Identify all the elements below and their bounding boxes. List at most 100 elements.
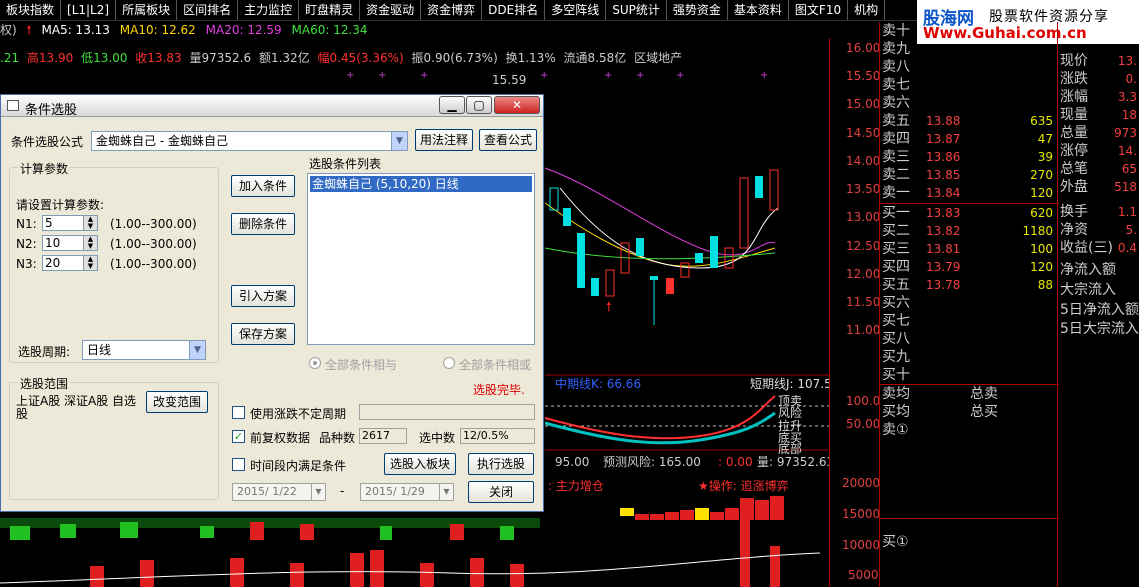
ob-sell-6: 卖六 <box>882 95 910 111</box>
add-to-block-button[interactable]: 选股入板块 <box>384 453 456 475</box>
delete-condition-button[interactable]: 删除条件 <box>231 213 295 235</box>
param-n3-label: N3: <box>16 257 37 271</box>
menu-item-dde-ranking[interactable]: DDE排名 <box>482 0 546 20</box>
ob-sell-5: 卖五 13.88 635 <box>882 113 1053 129</box>
ob-buy-5: 买五 13.78 88 <box>882 277 1053 293</box>
count-label: 品种数 <box>319 431 356 445</box>
ob-sell-10: 卖十 <box>882 23 910 39</box>
info-change: 涨跌 0. <box>1060 71 1137 87</box>
menu-item-fund-game[interactable]: 资金博弈 <box>421 0 483 20</box>
view-formula-button[interactable]: 查看公式 <box>479 129 537 151</box>
axis-label: 13.00 <box>846 210 881 224</box>
menu-item-range-ranking[interactable]: 区间排名 <box>177 0 239 20</box>
quote-info-panel: 现价 13. 涨跌 0. 涨幅 3.3 现量 18 总量 973 涨停 14. 总笔 65 外… <box>1058 44 1139 587</box>
axis-label: 14.50 <box>846 126 881 140</box>
menu-item-block-index[interactable]: 板块指数 <box>0 0 62 20</box>
scope-text: 上证A股 深证A股 自选股 <box>16 394 137 421</box>
operation-label: ★操作: 追涨博弈 <box>698 478 789 493</box>
radio-and[interactable] <box>309 357 321 369</box>
info-5d-block-inflow: 5日大宗流入 <box>1060 321 1139 337</box>
period-select[interactable]: 日线 ▼ <box>82 340 206 360</box>
maximize-button[interactable]: ▢ <box>466 96 492 114</box>
menu-item-watch-sprite[interactable]: 盯盘精灵 <box>299 0 361 20</box>
info-turnover: 换手 1.1 <box>1060 204 1137 220</box>
condition-list[interactable]: 金蜘蛛自己 (5,10,20) 日线 <box>307 173 535 345</box>
menu-item-f10[interactable]: 图文F10 <box>789 0 849 20</box>
restore-right-checkbox[interactable]: ✓ <box>232 430 245 443</box>
period-condition-checkbox[interactable] <box>232 458 245 471</box>
param-n3-range: (1.00--300.00) <box>110 257 197 271</box>
formula-select[interactable]: 金蜘蛛自己 - 金蜘蛛自己 ▼ <box>91 131 408 151</box>
menu-item-belonging-block[interactable]: 所属板块 <box>116 0 178 20</box>
spinner-icon[interactable]: ▲ ▼ <box>83 236 97 250</box>
ob-sell-1: 卖一 13.84 120 <box>882 185 1053 201</box>
menu-item-level[interactable]: [L1|L2] <box>61 0 117 20</box>
import-scheme-button[interactable]: 引入方案 <box>231 285 295 307</box>
list-item[interactable]: 金蜘蛛自己 (5,10,20) 日线 <box>310 176 532 192</box>
save-scheme-button[interactable]: 保存方案 <box>231 323 295 345</box>
axis-label: 11.50 <box>846 295 881 309</box>
ob-sell-average: 卖均 总卖 <box>882 386 998 402</box>
param-n1-label: N1: <box>16 217 37 231</box>
ma5-line <box>559 187 779 269</box>
info-net-inflow: 净流入额 <box>1060 262 1116 278</box>
risk-zero: : 0.00 <box>718 455 753 469</box>
menu-item-strong-fund[interactable]: 强势资金 <box>667 0 728 20</box>
svg-text:风险: 风险 <box>778 405 802 420</box>
svg-text:+: + <box>636 70 644 81</box>
end-date-picker[interactable]: 2015/ 1/29 ▼ <box>360 483 454 501</box>
axis-label: 15.00 <box>846 97 881 111</box>
chevron-down-icon: ▼ <box>189 341 205 359</box>
ob-sell-2: 卖二 13.85 270 <box>882 167 1053 183</box>
info-earnings: 收益(三) 0.4 <box>1060 240 1137 256</box>
buy-arrow-icon: 🠕 <box>606 300 612 315</box>
menu-item-basic-info[interactable]: 基本资料 <box>728 0 789 20</box>
close-window-button[interactable]: ✕ <box>494 96 540 114</box>
params-group: 计算参数 请设置计算参数: N1: 5 ▲ ▼ (1.00--300.00) N2:… <box>9 160 219 363</box>
ob-buy-4: 买四 13.79 120 <box>882 259 1053 275</box>
info-total-trades: 总笔 65 <box>1060 161 1137 177</box>
axis-label: 15.50 <box>846 69 881 83</box>
svg-text:+: + <box>420 70 428 81</box>
undefined-period-checkbox[interactable] <box>232 406 245 419</box>
param-n3-input[interactable]: 20 ▲ ▼ <box>42 255 98 271</box>
menu-item-main-force-monitor[interactable]: 主力监控 <box>238 0 300 20</box>
params-hint: 请设置计算参数: <box>16 198 105 212</box>
count-value: 2617 <box>359 428 407 444</box>
start-date-picker[interactable]: 2015/ 1/22 ▼ <box>232 483 326 501</box>
marker-row: + + + + + + + + <box>346 70 768 81</box>
param-n2-input[interactable]: 10 ▲ ▼ <box>42 235 98 251</box>
volume-ma-line <box>0 552 821 584</box>
dialog-title-bar[interactable]: 条件选股 ▁ ▢ ✕ <box>1 95 543 118</box>
arrow-up-icon: 🠕 <box>26 23 32 37</box>
spinner-icon[interactable]: ▲ ▼ <box>83 216 97 230</box>
ob-sell-4: 卖四 13.87 47 <box>882 131 1053 147</box>
risk-volume: 量: 97352.63 <box>757 455 829 469</box>
menu-item-bull-bear-line[interactable]: 多空阵线 <box>545 0 607 20</box>
indicator-tags: 顶卖 风险 拉升 底买 底部 <box>778 394 802 456</box>
axis-label: 10000 <box>842 538 881 552</box>
menu-item-fund-drive[interactable]: 资金驱动 <box>360 0 422 20</box>
run-selection-button[interactable]: 执行选股 <box>468 453 534 475</box>
svg-text:+: + <box>540 70 548 81</box>
minimize-button[interactable]: ▁ <box>439 96 465 114</box>
peak-price-label: 15.59 <box>492 73 526 87</box>
info-5d-net-inflow: 5日净流入额 <box>1060 302 1139 318</box>
close-button[interactable]: 关闭 <box>468 481 534 503</box>
main-force-label: : 主力增仓 <box>548 479 604 493</box>
spinner-icon[interactable]: ▲ ▼ <box>83 256 97 270</box>
axis-label: 12.00 <box>846 267 881 281</box>
svg-text:+: + <box>760 70 768 81</box>
menu-item-sup-stats[interactable]: SUP统计 <box>606 0 667 20</box>
ma20-label: MA20: 12.59 <box>205 23 282 37</box>
axis-label: 50.00 <box>846 417 881 431</box>
menu-item-institution[interactable]: 机构 <box>848 0 886 20</box>
change-scope-button[interactable]: 改变范围 <box>146 391 208 413</box>
usage-note-button[interactable]: 用法注释 <box>415 129 473 151</box>
info-block-inflow: 大宗流入 <box>1060 282 1116 298</box>
add-condition-button[interactable]: 加入条件 <box>231 175 295 197</box>
param-n1-input[interactable]: 5 ▲ ▼ <box>42 215 98 231</box>
ob-buy-10: 买十 <box>882 367 910 383</box>
radio-or[interactable] <box>443 357 455 369</box>
ob-sell-8: 卖八 <box>882 59 910 75</box>
